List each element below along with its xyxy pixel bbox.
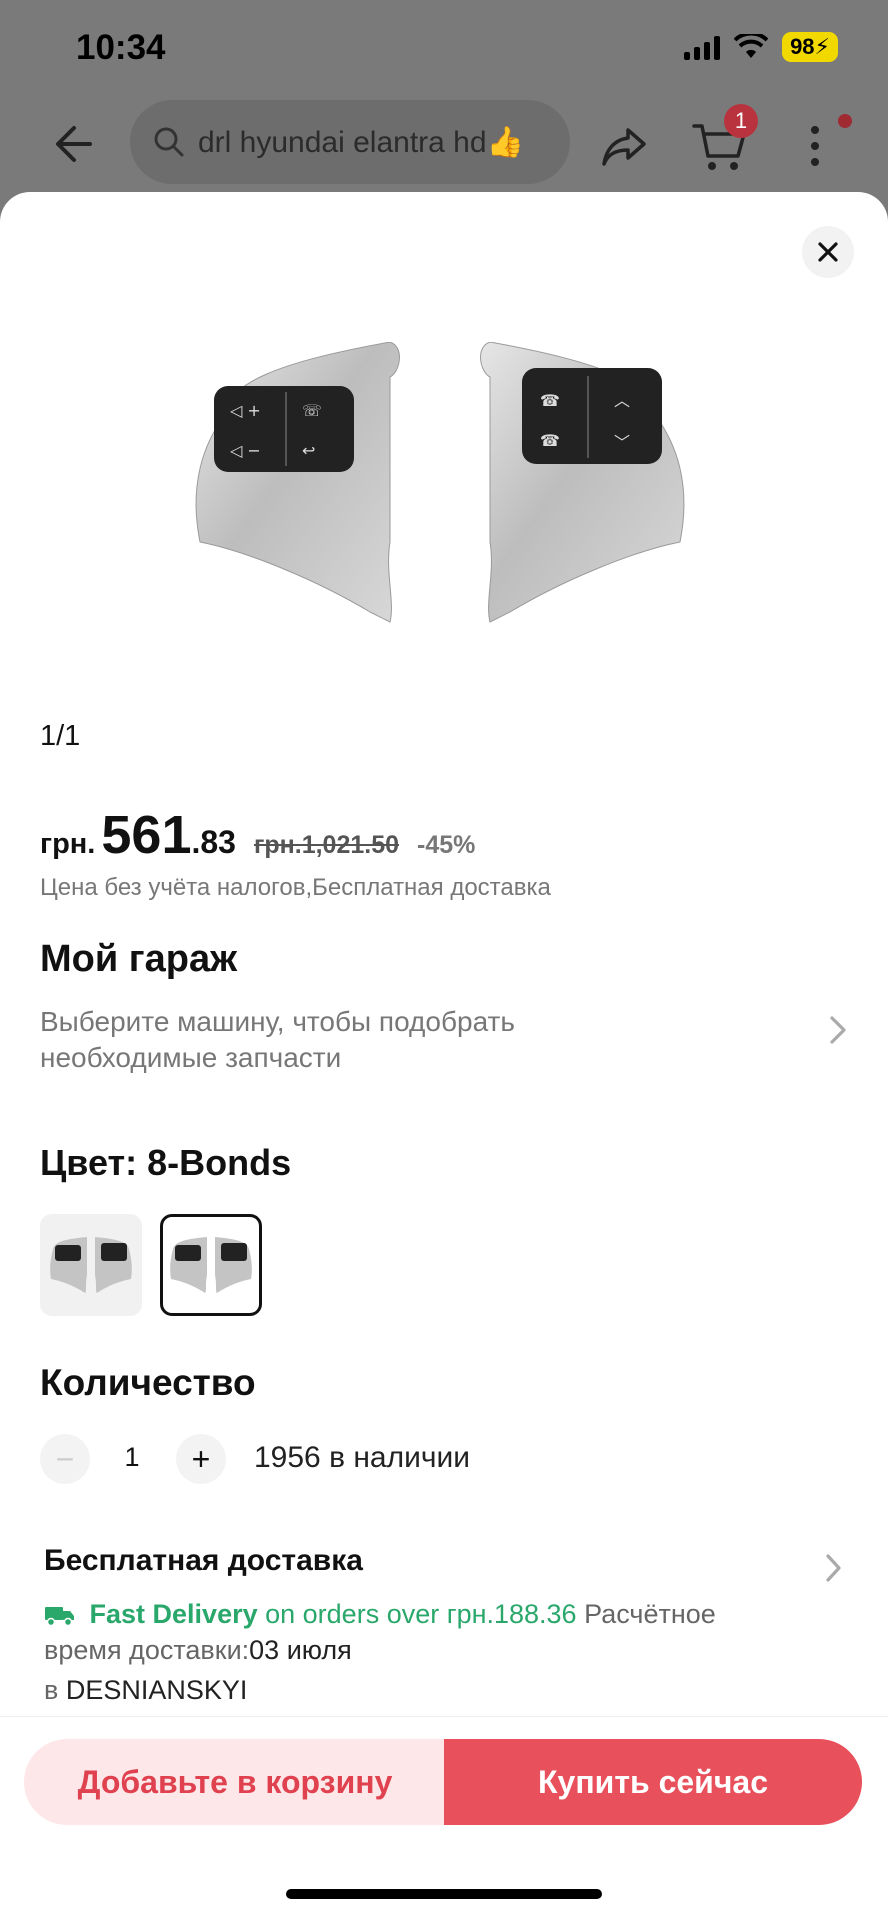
battery-icon: 98⚡ — [782, 32, 838, 62]
svg-text:◁ −: ◁ − — [229, 441, 261, 460]
color-label: Цвет: 8-Bonds — [40, 1142, 292, 1183]
chevron-right-icon[interactable] — [826, 1010, 852, 1050]
shipping-info-line: Fast Delivery on orders over грн.188.36 … — [44, 1596, 716, 1632]
delivery-time-label: время доставки: — [44, 1635, 250, 1665]
quantity-title: Количество — [40, 1362, 256, 1403]
truck-icon — [45, 1606, 74, 1627]
image-counter: 1/1 — [40, 720, 81, 752]
status-bar: 10:34 98⚡ — [0, 0, 888, 96]
search-query: drl hyundai elantra hd👍 — [198, 125, 524, 159]
close-button[interactable] — [802, 226, 854, 278]
orders-over-text: on orders over грн.188.36 — [265, 1599, 577, 1629]
search-icon — [154, 127, 184, 157]
top-bar: drl hyundai elantra hd👍 1 — [0, 96, 888, 190]
home-indicator[interactable] — [286, 1889, 602, 1899]
back-arrow-icon[interactable] — [44, 116, 100, 172]
wifi-icon — [734, 34, 769, 58]
signal-icon — [684, 34, 721, 60]
delivery-time-line: время доставки:03 июля — [44, 1632, 352, 1668]
chevron-right-icon[interactable] — [822, 1550, 846, 1586]
sku-bottom-sheet: ◁ + ◁ − ☏ ↩ ☎ ☎ ︿ ﹀ 1/1 грн. 561 .83 грн… — [0, 192, 888, 1920]
svg-text:☎: ☎ — [540, 431, 560, 450]
color-swatch-1[interactable] — [40, 1214, 142, 1316]
notification-dot — [838, 114, 852, 128]
search-bar[interactable]: drl hyundai elantra hd👍 — [130, 100, 570, 184]
share-icon[interactable] — [596, 118, 652, 174]
stock-count: 1956 в наличии — [254, 1441, 471, 1474]
more-options-icon[interactable] — [800, 116, 830, 176]
price-integer: 561 — [101, 805, 192, 865]
discount-badge: -45% — [417, 831, 476, 859]
close-icon — [818, 242, 838, 262]
add-to-cart-button[interactable]: Добавьте в корзину — [24, 1739, 446, 1825]
tax-note: Цена без учёта налогов,Бесплатная достав… — [40, 874, 551, 901]
delivery-date: 03 июля — [249, 1635, 352, 1665]
svg-text:﹀: ﹀ — [614, 433, 630, 452]
fast-delivery-label: Fast Delivery — [89, 1599, 258, 1629]
svg-text:☎: ☎ — [540, 391, 560, 410]
quantity-increase-button[interactable]: + — [176, 1434, 226, 1484]
svg-text:↩: ↩ — [302, 441, 315, 460]
price-decimal: .83 — [191, 824, 236, 860]
price-row: грн. 561 .83 грн.1,021.50 -45% — [40, 804, 475, 866]
price-currency: грн. — [40, 828, 96, 860]
color-swatch-2[interactable] — [160, 1214, 262, 1316]
swatch-thumbnail — [50, 1237, 132, 1293]
estimated-label: Расчётное — [584, 1599, 716, 1629]
svg-text:◁ +: ◁ + — [229, 401, 261, 420]
status-time: 10:34 — [76, 28, 166, 67]
ship-from-location: DESNIANSKYI — [65, 1675, 248, 1705]
garage-title: Мой гараж — [40, 938, 238, 980]
svg-text:☏: ☏ — [302, 401, 322, 420]
status-icons: 98⚡ — [684, 32, 838, 62]
ship-from-line: в DESNIANSKYI — [44, 1672, 247, 1708]
old-price: грн.1,021.50 — [253, 831, 400, 859]
shipping-title[interactable]: Бесплатная доставка — [44, 1544, 363, 1578]
battery-level: 98 — [790, 34, 815, 59]
garage-subtitle[interactable]: Выберите машину, чтобы подобрать необход… — [40, 1004, 600, 1076]
product-image[interactable]: ◁ + ◁ − ☏ ↩ ☎ ☎ ︿ ﹀ — [190, 342, 690, 682]
buy-now-button[interactable]: Купить сейчас — [444, 1739, 862, 1825]
swatch-thumbnail — [170, 1237, 252, 1293]
quantity-decrease-button[interactable]: − — [40, 1434, 90, 1484]
svg-text:︿: ︿ — [614, 391, 630, 410]
cart-badge: 1 — [724, 104, 758, 138]
action-bar: Добавьте в корзину Купить сейчас — [0, 1716, 888, 1920]
ship-from-prefix: в — [44, 1675, 59, 1705]
quantity-value[interactable]: 1 — [122, 1442, 142, 1473]
